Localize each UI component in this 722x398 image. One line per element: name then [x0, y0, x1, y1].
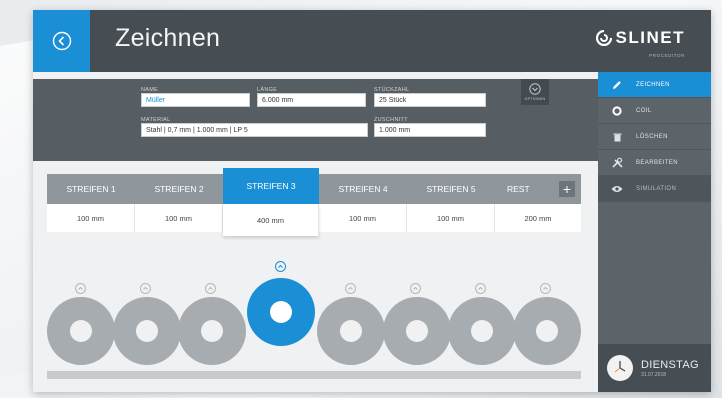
back-button[interactable]: [33, 10, 90, 72]
clock-icon: [607, 355, 633, 381]
coil-toggle-icon[interactable]: [475, 283, 486, 294]
coil-toggle-icon[interactable]: [205, 283, 216, 294]
coil-toggle-icon[interactable]: [410, 283, 421, 294]
sidebar-item-label: ZEICHNEN: [636, 81, 670, 88]
strip-width-3[interactable]: 400 mm: [223, 204, 319, 236]
eye-icon: [610, 183, 624, 195]
sidebar: ZEICHNEN COIL LÖSCHEN BEARBEITEN SIMULAT…: [598, 72, 711, 392]
coil-icon: [610, 105, 624, 117]
coil-hole: [406, 320, 428, 342]
tab-rest[interactable]: REST +: [495, 174, 581, 204]
header-gap: [33, 72, 598, 79]
coil-hole: [136, 320, 158, 342]
header-bar: Zeichnen SLINET PROCEDITOR: [33, 10, 711, 72]
tab-streifen-5[interactable]: STREIFEN 5: [407, 174, 495, 204]
coil-toggle-icon[interactable]: [275, 261, 286, 272]
trash-icon: [610, 131, 624, 143]
tab-streifen-1[interactable]: STREIFEN 1: [47, 174, 135, 204]
strip-width-5[interactable]: 100 mm: [407, 204, 495, 232]
coil-preview: [33, 250, 598, 392]
sidebar-item-bearbeiten[interactable]: BEARBEITEN: [598, 150, 711, 176]
weekday: DIENSTAG: [641, 358, 699, 371]
coil-strip-6[interactable]: [448, 297, 516, 365]
coil-strip-5[interactable]: [383, 297, 451, 365]
brand-subtitle: PROCEDITOR: [649, 53, 685, 58]
name-field[interactable]: Müller: [141, 93, 250, 107]
coil-hole: [70, 320, 92, 342]
tab-label: STREIFEN 1: [66, 184, 116, 194]
strip-width-1[interactable]: 100 mm: [47, 204, 135, 232]
laenge-field[interactable]: 6.000 mm: [257, 93, 366, 107]
coil-hole: [536, 320, 558, 342]
strip-width-2[interactable]: 100 mm: [135, 204, 223, 232]
tools-icon: [610, 157, 624, 169]
coil-strip-1[interactable]: [47, 297, 115, 365]
coil-strip-3[interactable]: [178, 297, 246, 365]
tab-streifen-4[interactable]: STREIFEN 4: [319, 174, 407, 204]
order-form: NAME Müller LÄNGE 6.000 mm STÜCKZAHL 25 …: [33, 79, 598, 161]
strip-width-4[interactable]: 100 mm: [319, 204, 407, 232]
tab-label: REST: [507, 184, 530, 194]
sidebar-item-zeichnen[interactable]: ZEICHNEN: [598, 72, 711, 98]
options-label: OPTIONEN: [524, 97, 546, 101]
coil-toggle-icon[interactable]: [140, 283, 151, 294]
date-widget: DIENSTAG 31.07.2018: [598, 344, 711, 392]
add-strip-button[interactable]: +: [559, 181, 575, 197]
coil-strip-rest[interactable]: [513, 297, 581, 365]
coil-strip-4[interactable]: [317, 297, 385, 365]
coil-toggle-icon[interactable]: [345, 283, 356, 294]
chevron-down-icon: [529, 83, 541, 95]
sidebar-item-label: SIMULATION: [636, 185, 677, 192]
brand-logo: SLINET PROCEDITOR: [595, 28, 685, 58]
tab-label: STREIFEN 4: [338, 184, 388, 194]
strip-width-rest[interactable]: 200 mm: [495, 204, 581, 232]
page-title: Zeichnen: [115, 24, 221, 52]
stueckzahl-field[interactable]: 25 Stück: [374, 93, 486, 107]
logo-icon: [595, 30, 612, 46]
tab-streifen-2[interactable]: STREIFEN 2: [135, 174, 223, 204]
back-arrow-icon: [52, 31, 71, 51]
brand-name: SLINET: [615, 28, 685, 47]
sidebar-item-label: BEARBEITEN: [636, 159, 679, 166]
sidebar-item-label: LÖSCHEN: [636, 133, 668, 140]
options-button[interactable]: OPTIONEN: [521, 79, 549, 105]
coil-hole: [471, 320, 493, 342]
coil-strip-active[interactable]: [247, 278, 315, 346]
tab-label: STREIFEN 3: [246, 181, 296, 191]
tab-label: STREIFEN 2: [154, 184, 204, 194]
date: 31.07.2018: [641, 371, 667, 378]
coil-hole: [340, 320, 362, 342]
tab-streifen-3[interactable]: STREIFEN 3: [223, 168, 319, 204]
sidebar-item-label: COIL: [636, 107, 652, 114]
material-field[interactable]: Stahl | 0,7 mm | 1.000 mm | LP 5: [141, 123, 368, 137]
tab-label: STREIFEN 5: [426, 184, 476, 194]
strip-tabs: STREIFEN 1 STREIFEN 2 STREIFEN 3 STREIFE…: [47, 168, 581, 236]
sidebar-item-loeschen[interactable]: LÖSCHEN: [598, 124, 711, 150]
coil-strip-2[interactable]: [113, 297, 181, 365]
coil-floor: [47, 371, 581, 379]
sidebar-item-simulation[interactable]: SIMULATION: [598, 176, 711, 202]
coil-toggle-icon[interactable]: [75, 283, 86, 294]
date-display: DIENSTAG 31.07.2018: [641, 359, 699, 378]
sidebar-item-coil[interactable]: COIL: [598, 98, 711, 124]
zuschnitt-field[interactable]: 1.000 mm: [374, 123, 486, 137]
pencil-icon: [610, 79, 624, 91]
coil-hole: [270, 301, 292, 323]
coil-hole: [201, 320, 223, 342]
app-window: Zeichnen SLINET PROCEDITOR NAME Müller L…: [33, 10, 711, 392]
coil-toggle-icon[interactable]: [540, 283, 551, 294]
